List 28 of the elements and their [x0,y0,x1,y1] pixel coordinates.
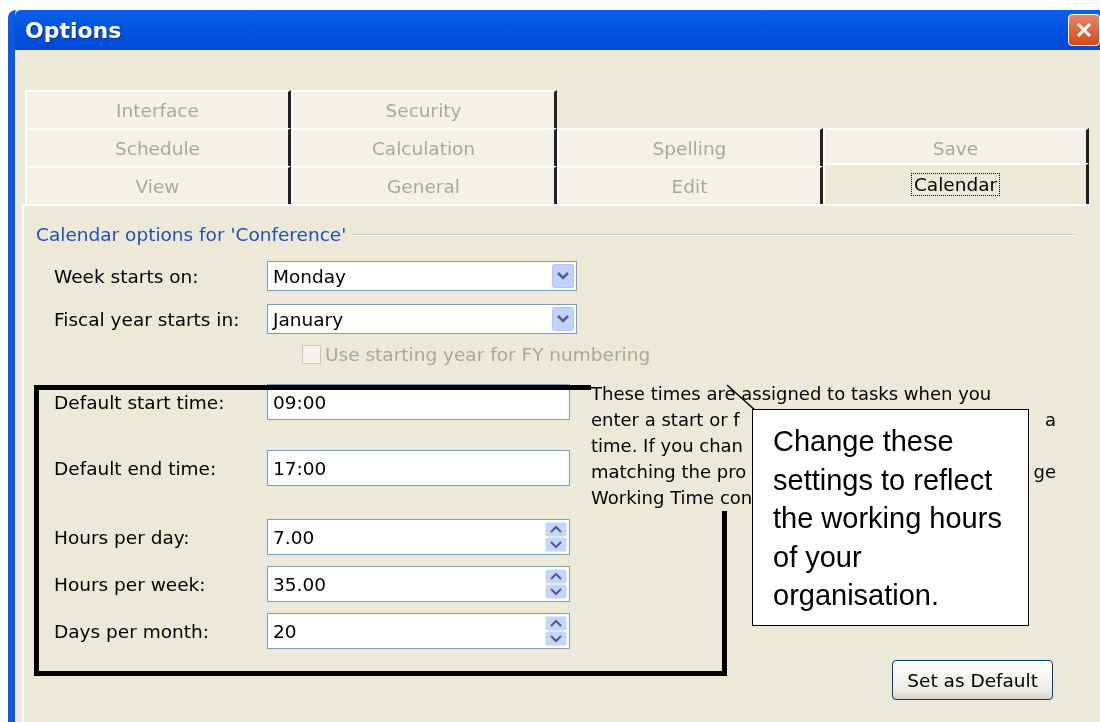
input-field[interactable]: 17:00 [267,450,570,486]
spin-arrows-icon[interactable] [545,569,567,599]
window-title: Options [25,17,122,43]
field-label: Hours per day: [54,526,191,548]
dropdown[interactable]: Monday [267,261,577,291]
close-button[interactable] [1068,14,1100,46]
checkbox-label: Use starting year for FY numbering [325,344,651,365]
field-label: Days per month: [54,620,210,642]
field-label: Fiscal year starts in: [54,308,241,330]
dropdown[interactable]: January [267,304,577,334]
description-text: Working Time con [591,485,753,511]
spin-field[interactable]: 35.00 [267,566,570,602]
field-label: Hours per week: [54,573,207,595]
group-title: Calendar options for 'Conference' [36,224,347,245]
set-default-button[interactable]: Set as Default [892,660,1053,700]
spin-field[interactable]: 7.00 [267,519,570,555]
field-label: Default end time: [54,457,218,479]
field-label: Week starts on: [54,265,200,287]
description-text: matching the pro [591,459,747,485]
description-text: time. If you chan [591,433,743,459]
close-icon [1075,21,1093,39]
tab[interactable]: Calendar [823,163,1089,204]
spin-arrows-icon[interactable] [545,616,567,646]
spin-arrows-icon[interactable] [545,522,567,552]
description-text: enter a start or f [591,407,740,433]
callout-note: Change these settings to reflect the working hours of your organisation. [752,409,1029,626]
spin-field[interactable]: 20 [267,613,570,649]
field-label: Default start time: [54,391,226,413]
